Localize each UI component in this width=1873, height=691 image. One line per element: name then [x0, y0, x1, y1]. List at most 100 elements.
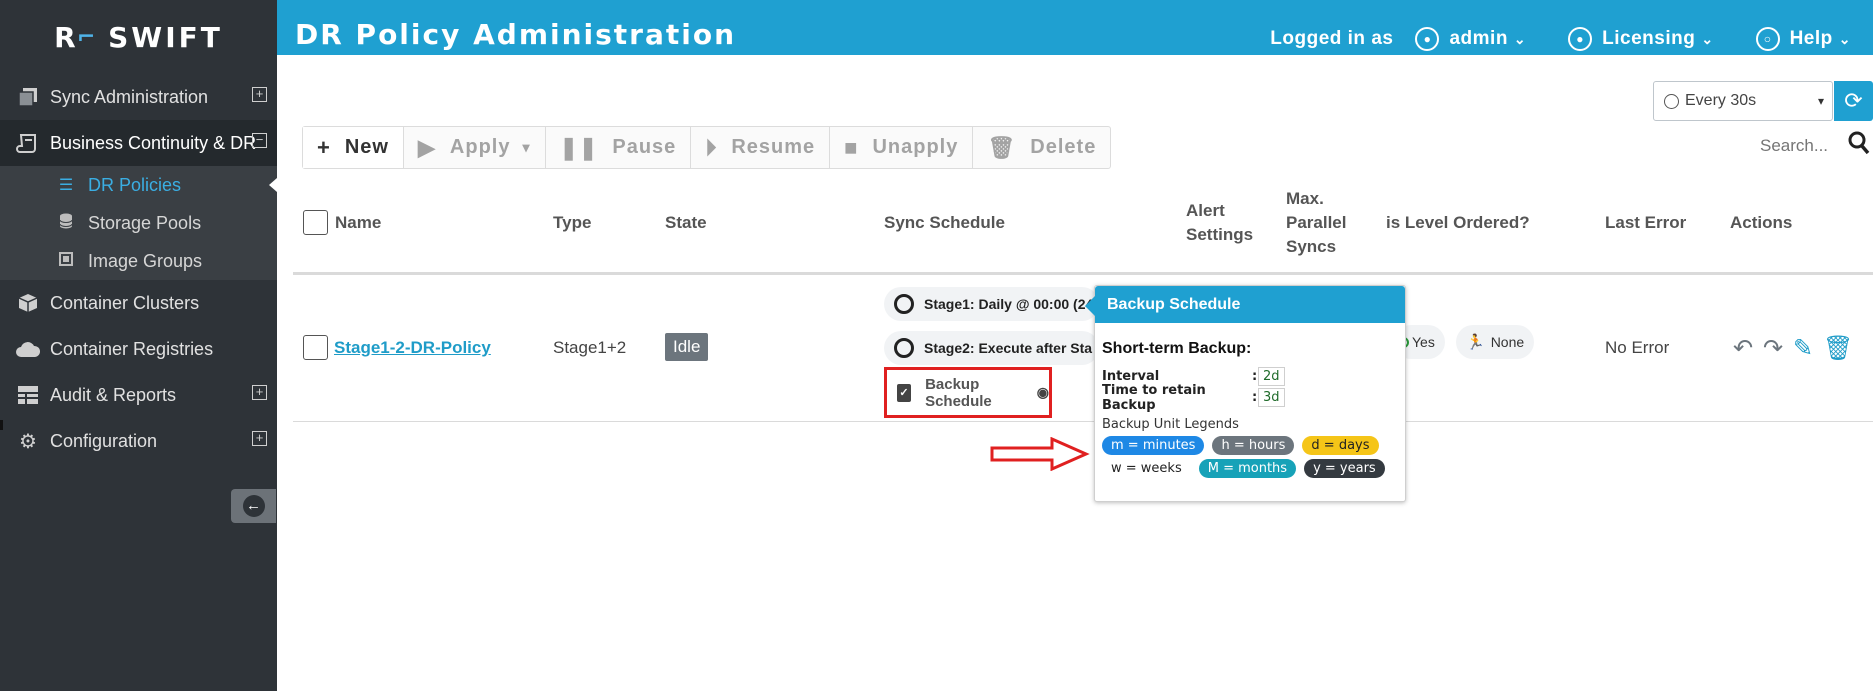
sidebar-item-container-registries[interactable]: Container Registries [0, 326, 277, 372]
refresh-interval-select[interactable]: Every 30s ▾ [1653, 81, 1833, 121]
delete-label: Delete [1030, 136, 1097, 158]
sidebar-item-storage-pools[interactable]: Storage Pools [0, 204, 277, 242]
user-shield-icon: ● [1415, 27, 1440, 51]
col-actions: Actions [1730, 213, 1793, 232]
arrow-left-circle-icon: ← [242, 495, 265, 517]
unapply-button[interactable]: ■ Unapply [830, 127, 974, 168]
running-person-icon: 🏃 [1466, 334, 1485, 351]
lifebuoy-icon: ○ [1755, 27, 1780, 51]
help-label: Help [1789, 28, 1833, 49]
stage1-schedule[interactable]: Stage1: Daily @ 00:00 (24 [884, 287, 1099, 321]
new-button[interactable]: + New [303, 127, 404, 168]
image-icon [54, 251, 78, 272]
licensing-menu[interactable]: ● Licensing ⌄ [1568, 27, 1713, 51]
caret-down-icon: ▾ [522, 139, 531, 155]
expand-toggle[interactable]: + [252, 385, 267, 400]
new-label: New [344, 136, 389, 158]
sidebar-item-sync-administration[interactable]: Sync Administration + [0, 74, 277, 120]
col-type[interactable]: Type [553, 211, 591, 235]
apply-label: Apply [449, 136, 511, 158]
retain-row: Time to retain Backup : 3d [1102, 383, 1398, 413]
scroll-icon [14, 131, 42, 155]
row-checkbox[interactable] [303, 335, 328, 360]
col-last-error[interactable]: Last Error [1605, 211, 1686, 235]
sidebar-item-image-groups[interactable]: Image Groups [0, 242, 277, 280]
col-alert-settings[interactable]: Alert Settings [1186, 199, 1253, 247]
backup-schedule-highlight[interactable]: ✓ Backup Schedule ◉ [884, 367, 1052, 418]
sidebar-item-configuration[interactable]: ⚙ Configuration + [0, 418, 277, 464]
refresh-button[interactable]: ⟳ [1834, 81, 1873, 121]
col-level-ordered[interactable]: is Level Ordered? [1386, 211, 1530, 235]
sidebar-item-dr-policies[interactable]: ☰ DR Policies [0, 166, 277, 204]
plus-icon: + [317, 134, 331, 160]
legend-title: Backup Unit Legends [1102, 417, 1239, 432]
sidebar-item-container-clusters[interactable]: Container Clusters [0, 280, 277, 326]
stage2-text: Stage2: Execute after Sta [924, 340, 1093, 356]
state-badge: Idle [665, 333, 709, 361]
search-input[interactable] [1760, 133, 1850, 159]
expand-toggle[interactable]: + [252, 431, 267, 446]
sidebar-item-label: Container Clusters [50, 292, 200, 313]
col-max-line2: Parallel [1286, 213, 1347, 232]
edit-icon[interactable]: ✎ [1793, 334, 1813, 363]
expand-toggle[interactable]: + [252, 87, 267, 102]
search-icon[interactable] [1848, 131, 1870, 155]
col-state[interactable]: State [665, 211, 707, 235]
top-header: DR Policy Administration Logged in as ● … [277, 0, 1873, 55]
legend-weeks: w = weeks [1102, 459, 1191, 478]
sidebar-item-label: Configuration [50, 430, 158, 451]
stage1-text: Stage1: Daily @ 00:00 (24 [924, 296, 1094, 312]
copy-icon [14, 85, 42, 109]
backup-schedule-label: Backup Schedule [925, 375, 992, 410]
col-sync-schedule[interactable]: Sync Schedule [884, 211, 1005, 235]
user-menu[interactable]: ● admin ⌄ [1415, 27, 1526, 51]
chevron-down-icon: ⌄ [1838, 30, 1851, 47]
stage2-schedule[interactable]: Stage2: Execute after Sta [884, 331, 1099, 365]
col-alert-line2: Settings [1186, 225, 1254, 244]
licensing-label: Licensing [1602, 28, 1696, 49]
policy-name-link[interactable]: Stage1-2-DR-Policy [334, 338, 491, 357]
interval-value: 2d [1258, 367, 1285, 386]
pause-icon: ❚❚ [559, 134, 599, 160]
legend-hours: h = hours [1212, 436, 1295, 455]
calendar-check-icon: ✓ [897, 383, 912, 402]
delete-button[interactable]: 🗑 Delete [973, 127, 1110, 168]
header-right: Logged in as ● admin ⌄ ● Licensing ⌄ ○ H… [1270, 27, 1873, 51]
unapply-label: Unapply [872, 136, 959, 158]
refresh-interval-value: Every 30s [1685, 92, 1757, 109]
help-menu[interactable]: ○ Help ⌄ [1755, 27, 1851, 51]
chevron-down-icon: ⌄ [1701, 30, 1714, 47]
table-icon [14, 383, 42, 407]
sidebar-collapse-button[interactable]: ← [231, 489, 276, 523]
sidebar-subitem-label: Image Groups [88, 250, 203, 271]
col-max-line3: Syncs [1286, 237, 1337, 256]
legend-row: w = weeks M = months y = years [1102, 459, 1398, 478]
collapse-toggle[interactable]: − [252, 133, 267, 148]
col-max-parallel[interactable]: Max. Parallel Syncs [1286, 187, 1347, 259]
clock-arrow-icon [894, 294, 914, 314]
sidebar-item-business-continuity[interactable]: Business Continuity & DR − [0, 120, 277, 166]
resume-button[interactable]: ⏵ Resume [691, 127, 831, 168]
select-all-checkbox[interactable] [303, 210, 328, 235]
col-max-line1: Max. [1286, 189, 1324, 208]
retain-label: Time to retain Backup [1102, 382, 1206, 413]
redo-icon[interactable]: ↷ [1763, 334, 1783, 363]
legend-minutes: m = minutes [1102, 436, 1205, 455]
stop-icon: ■ [844, 134, 859, 160]
policy-name-cell: Stage1-2-DR-Policy [334, 338, 491, 358]
cloud-icon [14, 337, 42, 361]
legend-days: d = days [1302, 436, 1379, 455]
col-name[interactable]: Name [335, 211, 381, 235]
sidebar-item-label: Container Registries [50, 338, 214, 359]
edge-marker [0, 420, 3, 430]
sidebar-submenu: ☰ DR Policies Storage Pools Image Groups [0, 166, 277, 280]
pause-button[interactable]: ❚❚ Pause [546, 127, 692, 168]
eye-icon[interactable]: ◉ [1037, 384, 1049, 401]
cube-icon [14, 291, 42, 315]
undo-icon[interactable]: ↶ [1733, 334, 1753, 363]
trash-icon[interactable]: 🗑 [1823, 334, 1853, 363]
sidebar: R ⌐ SWIFT Sync Administration + Business… [0, 0, 277, 691]
apply-button[interactable]: ▶ Apply ▾ [404, 127, 546, 168]
sidebar-item-audit-reports[interactable]: Audit & Reports + [0, 372, 277, 418]
app-logo[interactable]: R ⌐ SWIFT [0, 0, 277, 74]
